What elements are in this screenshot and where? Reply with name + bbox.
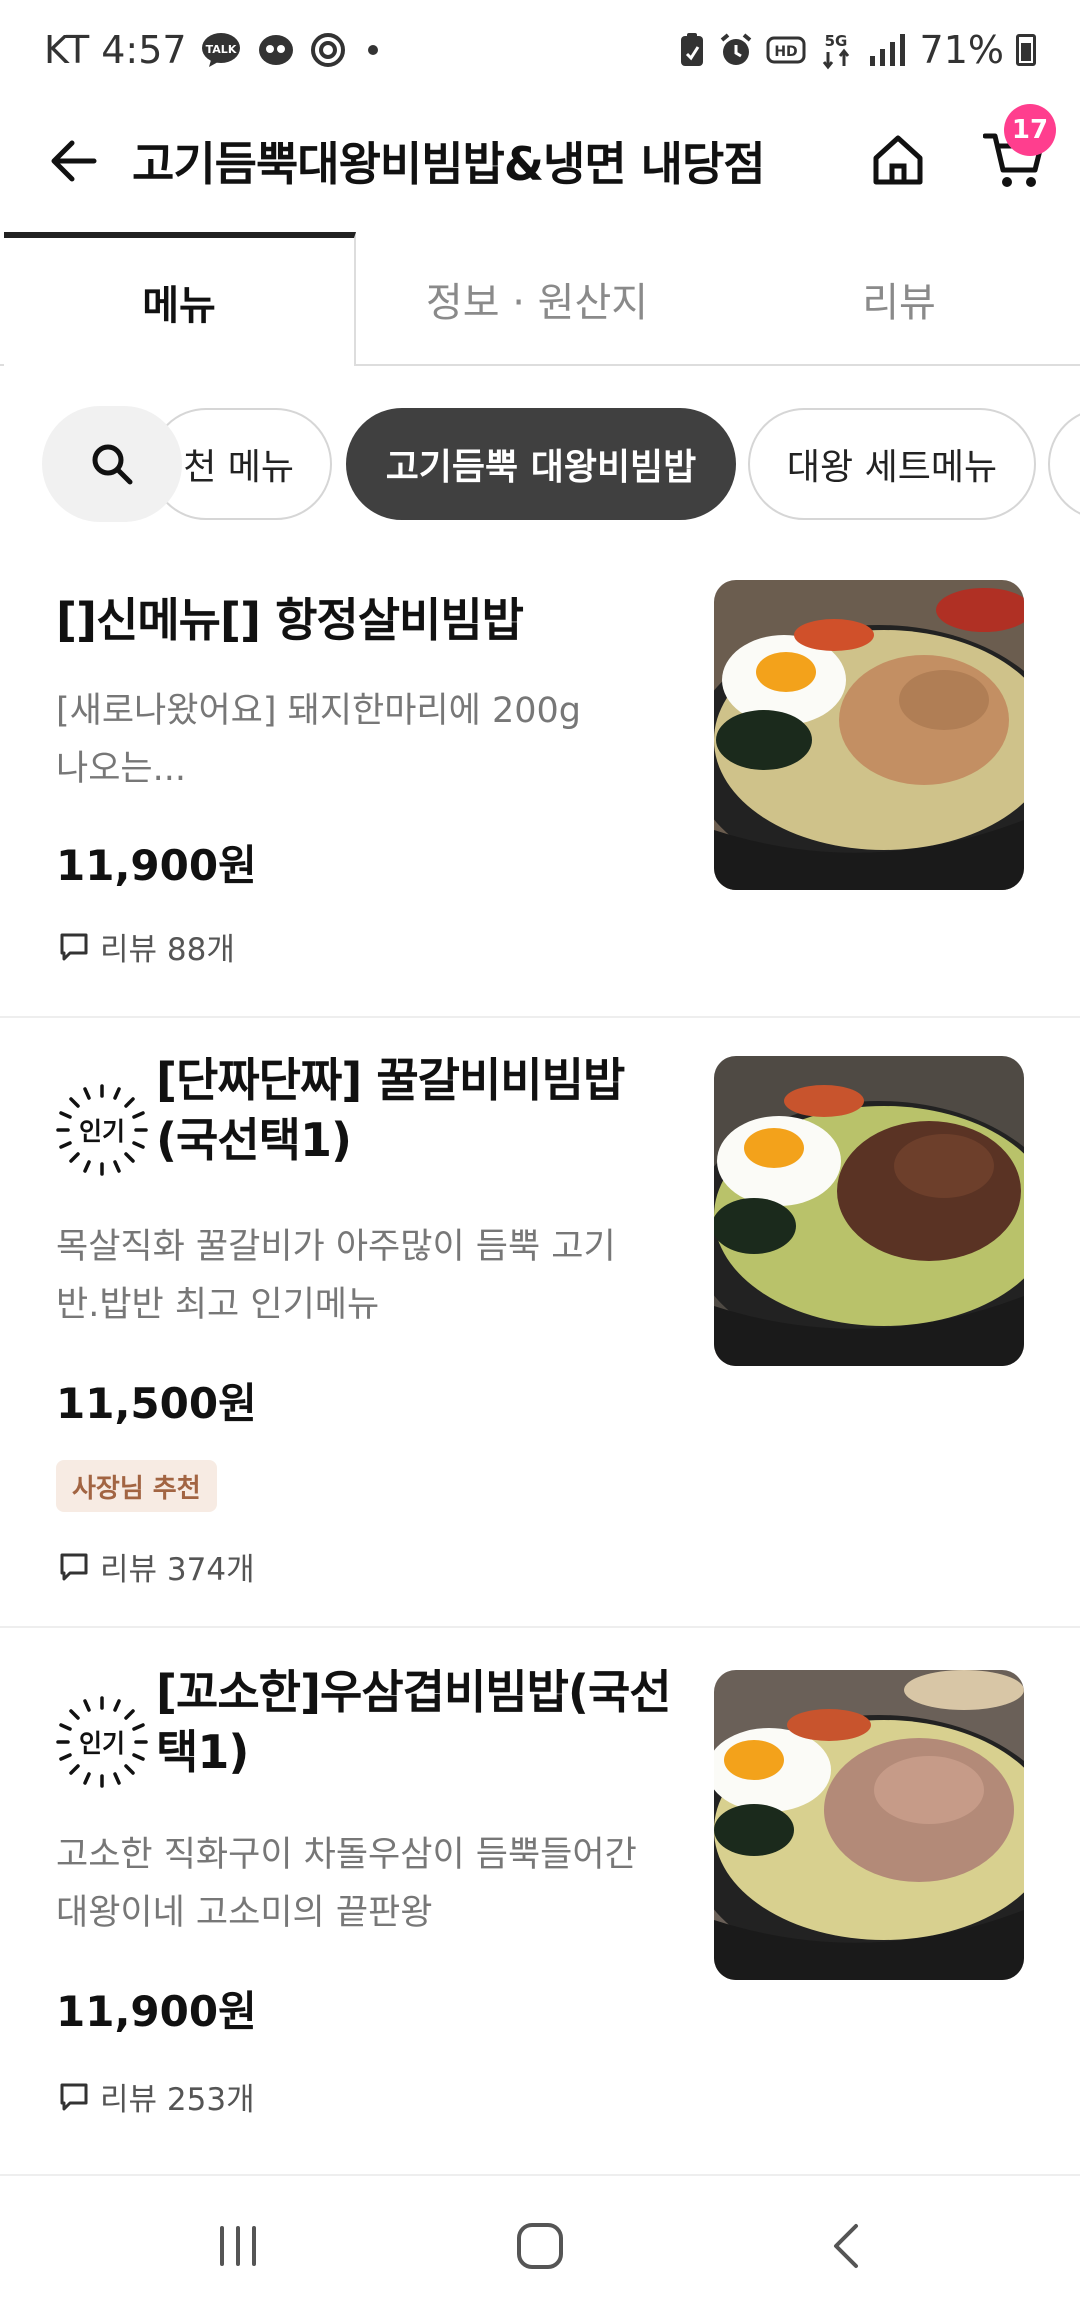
owner-recommend-badge: 사장님 추천 — [56, 1460, 217, 1512]
sync-icon — [310, 33, 345, 67]
menu-item-reviews: 리뷰 374개 — [58, 1544, 255, 1589]
hd-icon: HD — [766, 36, 806, 64]
tab-divider — [0, 364, 4, 366]
system-nav-bar — [0, 2176, 1080, 2316]
menu-item-name: [단짜단짜] 꿀갈비비빔밥(국선택1) — [156, 1053, 625, 1167]
svg-text:HD: HD — [774, 44, 797, 60]
review-count: 리뷰 88개 — [100, 932, 235, 968]
menu-item[interactable]: 인기 [꼬소한]우삼겹비빔밥(국선택1) 고소한 직화구이 차돌우삼이 듬뿍들어… — [0, 1628, 1080, 2176]
review-count: 리뷰 253개 — [100, 2082, 255, 2118]
signal-icon — [869, 34, 905, 66]
status-bar: KT 4:57 TALK HD 5G 71% — [0, 0, 1080, 100]
dot-icon — [367, 45, 378, 55]
bibimbap-image — [714, 580, 1024, 890]
5g-icon: 5G — [822, 32, 849, 70]
menu-search-button[interactable] — [42, 406, 182, 522]
tab-divider — [356, 364, 1080, 366]
chevron-left-icon — [834, 2224, 858, 2268]
bibimbap-image — [714, 1670, 1024, 1980]
review-bubble-icon — [60, 2083, 88, 2110]
recent-apps-icon — [220, 2226, 256, 2266]
battery-percent: 71% — [919, 28, 1004, 72]
tab-reviews[interactable]: 리뷰 — [718, 232, 1080, 366]
back-arrow-icon — [51, 140, 97, 182]
menu-item-name: [꼬소한]우삼겹비빔밥(국선택1) — [156, 1665, 672, 1779]
menu-item-description: [새로나왔어요] 돼지한마리에 200g 나오는... — [56, 691, 581, 789]
menu-item-image — [714, 1056, 1024, 1366]
review-count: 리뷰 374개 — [100, 1552, 255, 1588]
menu-item-reviews: 리뷰 253개 — [58, 2074, 255, 2119]
page-title: 고기듬뿍대왕비빔밥&냉면 내당점 — [132, 137, 766, 191]
store-header: 고기듬뿍대왕비빔밥&냉면 내당점 — [0, 100, 1080, 230]
menu-item-price: 11,900원 — [56, 841, 257, 890]
home-button[interactable] — [858, 120, 938, 200]
menu-item[interactable]: []신메뉴[] 항정살비빔밥 [새로나왔어요] 돼지한마리에 200g 나오는.… — [0, 560, 1080, 1016]
chip-label: 대왕 세트메뉴 — [786, 447, 998, 488]
recent-apps-button[interactable] — [178, 2206, 298, 2286]
menu-item-price: 11,900원 — [56, 1987, 257, 2036]
home-nav-icon — [517, 2223, 563, 2269]
store-tabs: 메뉴 정보 · 원산지 리뷰 — [0, 232, 1080, 366]
home-icon — [873, 135, 923, 185]
menu-item-description: 고소한 직화구이 차돌우삼이 듬뿍들어간 대왕이네 고소미의 끝판왕 — [56, 1835, 637, 1933]
carrier-time: KT 4:57 — [44, 28, 187, 72]
menu-item[interactable]: 인기 [단짜단짜] 꿀갈비비빔밥(국선택1) 목살직화 꿀갈비가 아주많이 듬뿍… — [0, 1018, 1080, 1626]
alarm-icon — [720, 33, 751, 65]
svg-text:TALK: TALK — [205, 43, 236, 56]
messenger-icon — [258, 35, 293, 65]
chip-label: 고기듬뿍 대왕비빔밥 — [385, 447, 697, 488]
battery-icon — [1016, 34, 1036, 66]
back-nav-button[interactable] — [786, 2206, 906, 2286]
menu-item-price: 11,500원 — [56, 1379, 257, 1428]
menu-item-description: 목살직화 꿀갈비가 아주많이 듬뿍 고기반.밥반 최고 인기메뉴 — [56, 1227, 616, 1325]
talk-icon: TALK — [201, 33, 240, 67]
menu-item-image — [714, 1670, 1024, 1980]
bibimbap-image — [714, 1056, 1024, 1366]
svg-text:5G: 5G — [824, 32, 847, 50]
menu-item-reviews: 리뷰 88개 — [58, 924, 235, 969]
chip-next[interactable] — [1048, 408, 1080, 520]
category-chips: 천 메뉴 고기듬뿍 대왕비빔밥 대왕 세트메뉴 — [0, 404, 1080, 524]
popular-badge: 인기 — [54, 1694, 150, 1790]
cart-count-badge: 17 — [1004, 104, 1056, 156]
review-bubble-icon — [60, 933, 88, 960]
menu-item-name: []신메뉴[] 항정살비빔밥 — [56, 593, 524, 647]
tab-menu[interactable]: 메뉴 — [4, 232, 356, 366]
popular-badge-label: 인기 — [78, 1117, 125, 1146]
popular-badge: 인기 — [54, 1082, 150, 1178]
back-button[interactable] — [38, 126, 108, 196]
chip-meat-bibimbap[interactable]: 고기듬뿍 대왕비빔밥 — [346, 408, 736, 520]
clipboard-icon — [680, 33, 703, 66]
chip-label: 천 메뉴 — [183, 447, 294, 488]
popular-badge-label: 인기 — [78, 1729, 125, 1758]
tab-info-origin[interactable]: 정보 · 원산지 — [356, 232, 718, 366]
review-bubble-icon — [60, 1553, 88, 1580]
search-icon — [92, 444, 133, 485]
home-nav-button[interactable] — [480, 2206, 600, 2286]
menu-item-image — [714, 580, 1024, 890]
chip-set-menu[interactable]: 대왕 세트메뉴 — [748, 408, 1036, 520]
